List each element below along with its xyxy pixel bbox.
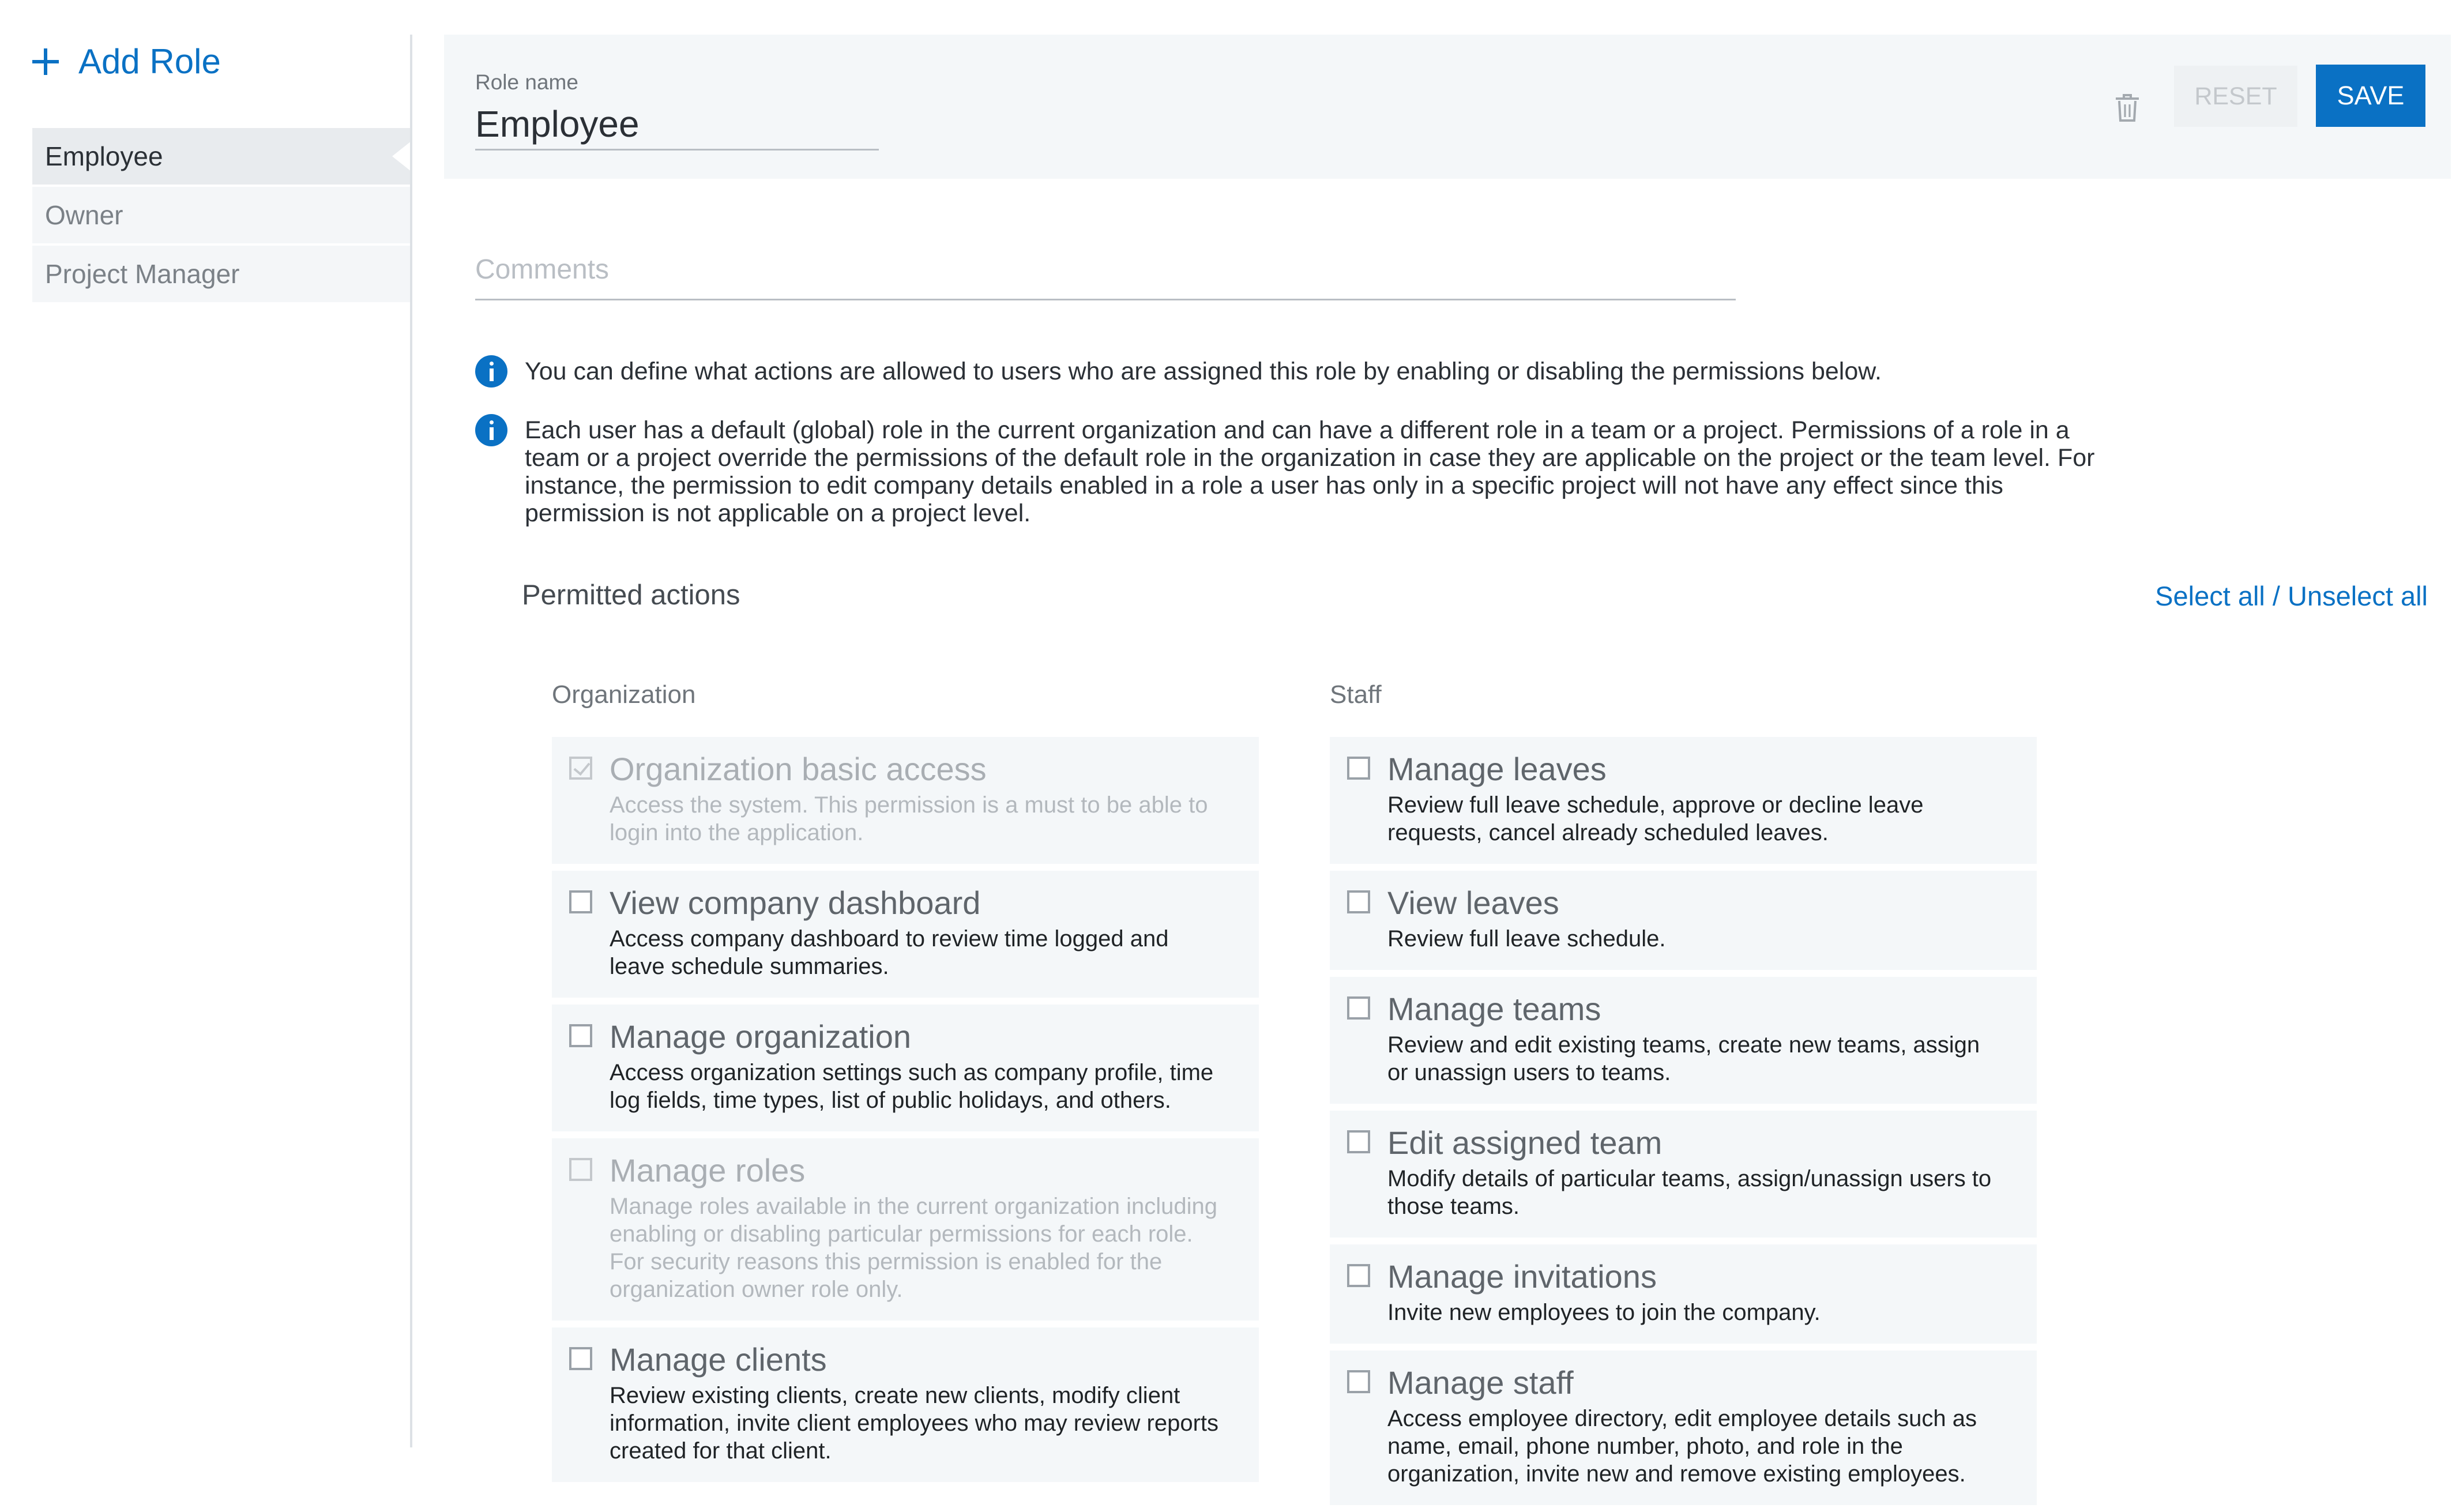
checkbox-icon: [569, 757, 592, 780]
permission-manage-leaves[interactable]: Manage leaves Review full leave schedule…: [1330, 737, 2037, 864]
info-text: Each user has a default (global) role in…: [525, 416, 2095, 527]
permission-title: Manage clients: [610, 1341, 827, 1378]
permission-view-company-dashboard[interactable]: View company dashboard Access company da…: [552, 871, 1259, 998]
select-links: Select all / Unselect all: [2155, 580, 2428, 612]
permission-manage-teams[interactable]: Manage teams Review and edit existing te…: [1330, 977, 2037, 1104]
reset-button[interactable]: RESET: [2174, 66, 2297, 127]
checkbox-icon[interactable]: [1347, 757, 1370, 780]
info-note: Each user has a default (global) role in…: [475, 414, 2116, 527]
add-role-button[interactable]: Add Role: [32, 42, 221, 81]
permission-title: Manage leaves: [1387, 751, 1607, 787]
permission-description: Access organization settings such as com…: [610, 1060, 1214, 1113]
permission-title: Manage organization: [610, 1018, 912, 1055]
sidebar-divider: [410, 35, 412, 1447]
active-role-indicator: [392, 141, 412, 172]
checkbox-icon[interactable]: [1347, 1370, 1370, 1393]
permission-title: Manage invitations: [1387, 1258, 1657, 1295]
permission-manage-staff[interactable]: Manage staff Access employee directory, …: [1330, 1351, 2037, 1505]
role-header: Role name Employee RESET SAVE: [444, 35, 2451, 179]
permission-description: Review existing clients, create new clie…: [610, 1383, 1218, 1464]
permission-title: View company dashboard: [610, 885, 981, 921]
role-item-label: Project Manager: [45, 259, 240, 289]
permission-description: Review full leave schedule, approve or d…: [1387, 792, 1924, 845]
role-name-label: Role name: [475, 70, 578, 94]
info-note: You can define what actions are allowed …: [475, 355, 2116, 388]
link-separator: /: [2272, 581, 2280, 611]
trash-icon: [2116, 94, 2139, 122]
role-list: Employee Owner Project Manager: [32, 128, 412, 304]
permission-manage-invitations[interactable]: Manage invitations Invite new employees …: [1330, 1244, 2037, 1344]
add-role-label: Add Role: [78, 42, 221, 81]
comments-field[interactable]: Comments: [475, 254, 1736, 300]
info-icon: [475, 355, 507, 388]
permission-description: Review and edit existing teams, create n…: [1387, 1032, 1980, 1085]
permission-title: Manage roles: [610, 1152, 806, 1188]
checkbox-icon[interactable]: [1347, 1130, 1370, 1153]
permission-view-leaves[interactable]: View leaves Review full leave schedule.: [1330, 871, 2037, 970]
unselect-all-link[interactable]: Unselect all: [2288, 581, 2428, 611]
save-button[interactable]: SAVE: [2316, 65, 2425, 127]
role-item-employee[interactable]: Employee: [32, 128, 412, 185]
staff-column-title: Staff: [1330, 680, 1382, 709]
role-item-owner[interactable]: Owner: [32, 187, 411, 243]
permission-title: Organization basic access: [610, 751, 987, 787]
role-name-field[interactable]: Employee: [475, 103, 879, 151]
permission-organization-basic-access: Organization basic access Access the sys…: [552, 737, 1259, 864]
permission-manage-organization[interactable]: Manage organization Access organization …: [552, 1005, 1259, 1131]
role-item-label: Owner: [45, 200, 123, 230]
checkbox-icon: [569, 1158, 592, 1181]
permission-description: Invite new employees to join the company…: [1387, 1300, 1821, 1325]
permission-description: Access the system. This permission is a …: [610, 792, 1208, 845]
permission-description: Modify details of particular teams, assi…: [1387, 1166, 1992, 1219]
permission-title: Manage teams: [1387, 991, 1601, 1027]
checkbox-icon[interactable]: [1347, 890, 1370, 913]
organization-permissions: Organization basic access Access the sys…: [552, 737, 1259, 1489]
delete-role-button[interactable]: [2099, 80, 2156, 136]
checkbox-icon[interactable]: [1347, 1264, 1370, 1287]
checkbox-icon[interactable]: [569, 1347, 592, 1370]
organization-column-title: Organization: [552, 680, 696, 709]
permission-edit-assigned-team[interactable]: Edit assigned team Modify details of par…: [1330, 1111, 2037, 1238]
info-text: You can define what actions are allowed …: [525, 358, 1882, 385]
info-icon: [475, 414, 507, 446]
checkbox-icon[interactable]: [569, 890, 592, 913]
role-item-label: Employee: [45, 141, 163, 171]
select-all-link[interactable]: Select all: [2155, 581, 2265, 611]
permission-description: Manage roles available in the current or…: [610, 1194, 1217, 1302]
permitted-actions-title: Permitted actions: [522, 580, 740, 611]
plus-icon: [32, 48, 59, 75]
checkbox-icon[interactable]: [569, 1024, 592, 1047]
permission-title: Manage staff: [1387, 1364, 1574, 1401]
role-item-project-manager[interactable]: Project Manager: [32, 246, 411, 302]
permission-description: Access employee directory, edit employee…: [1387, 1406, 1977, 1487]
permission-title: Edit assigned team: [1387, 1124, 1663, 1161]
permission-manage-roles: Manage roles Manage roles available in t…: [552, 1138, 1259, 1321]
checkbox-icon[interactable]: [1347, 996, 1370, 1020]
permission-manage-clients[interactable]: Manage clients Review existing clients, …: [552, 1327, 1259, 1482]
permission-description: Review full leave schedule.: [1387, 926, 1666, 951]
permission-title: View leaves: [1387, 885, 1559, 921]
permission-description: Access company dashboard to review time …: [610, 926, 1169, 979]
sidebar: Add Role Employee Owner Project Manager: [0, 0, 412, 1447]
staff-permissions: Manage leaves Review full leave schedule…: [1330, 737, 2037, 1512]
